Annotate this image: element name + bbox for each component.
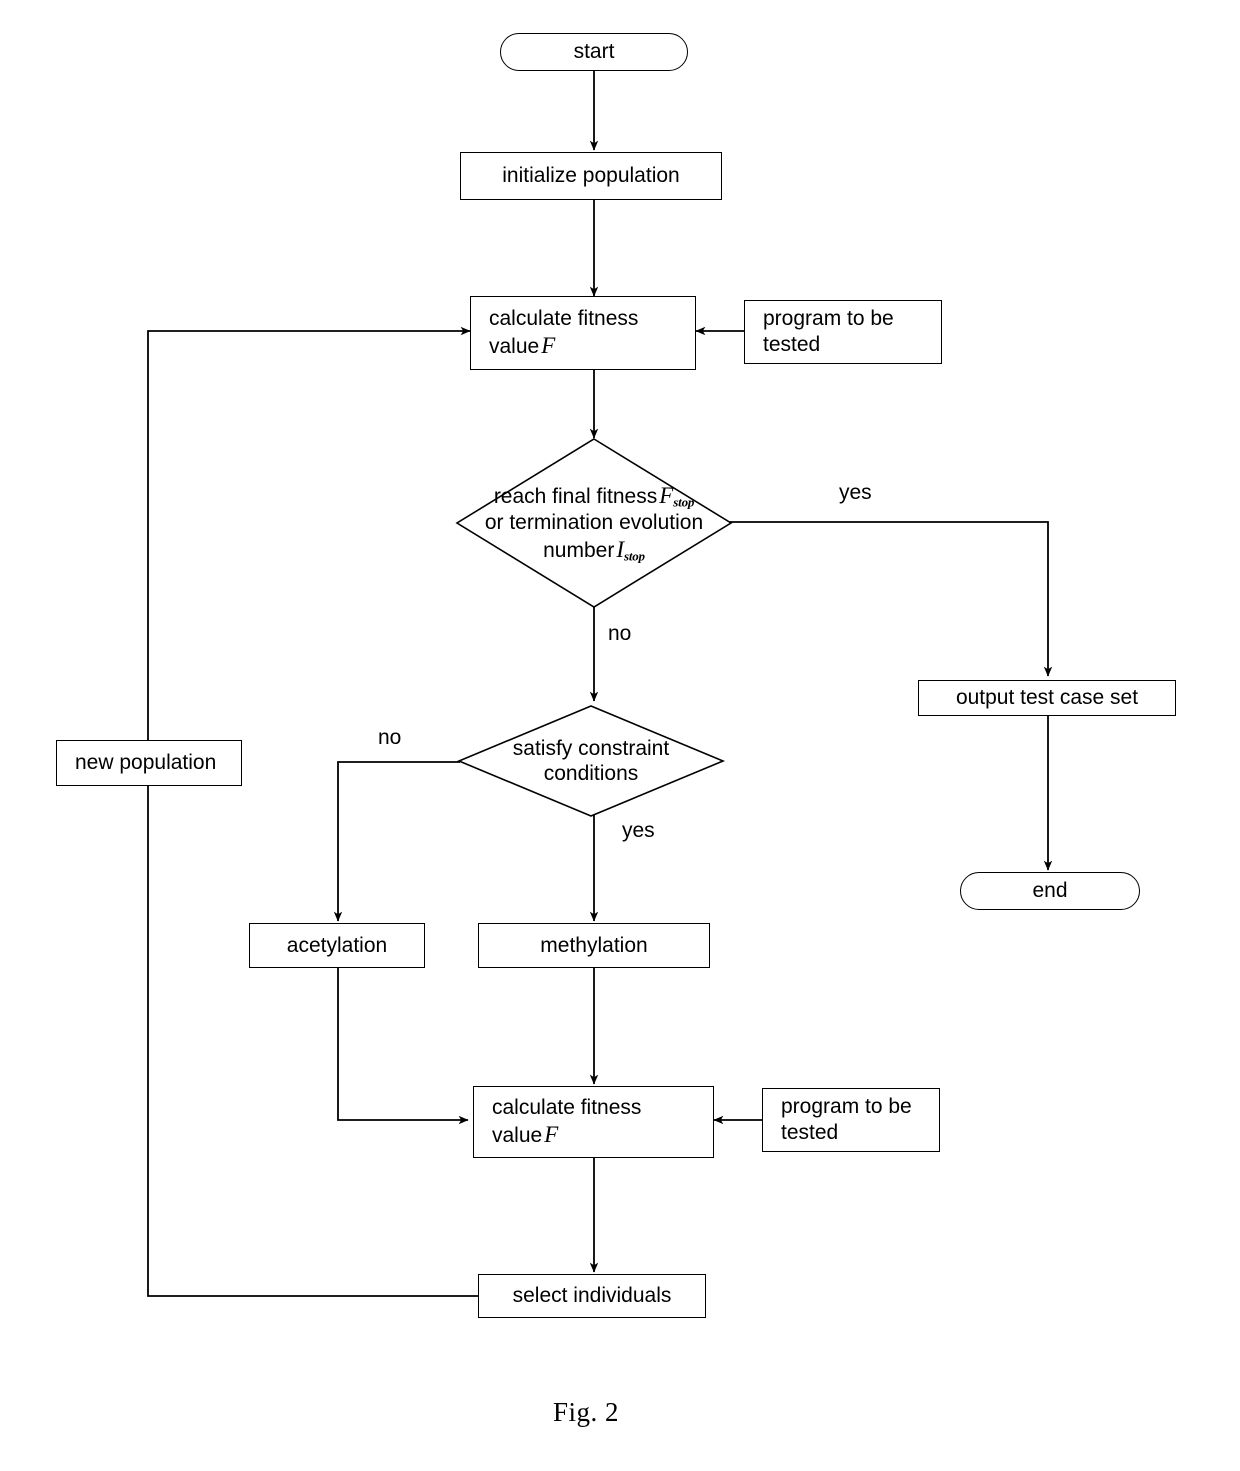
node-calculate-fitness-bottom-variable: F: [544, 1121, 559, 1147]
node-new-population-label: new population: [75, 751, 217, 775]
node-end-label: end: [1032, 879, 1068, 903]
node-reach-final-fitness[interactable]: reach final fitnessFstop or termination …: [455, 438, 733, 608]
node-methylation-label: methylation: [540, 933, 648, 957]
node-calculate-fitness-top-variable: F: [541, 332, 556, 358]
node-calculate-fitness-top[interactable]: calculate fitness valueF: [470, 296, 696, 370]
satisfy-constraint-diamond-shape: [456, 705, 726, 817]
node-acetylation[interactable]: acetylation: [249, 923, 425, 968]
node-program-to-be-tested-top-line1: program to be: [763, 307, 894, 331]
node-select-individuals-label: select individuals: [512, 1284, 672, 1308]
node-calculate-fitness-bottom-line1: calculate fitness: [492, 1096, 642, 1120]
node-select-individuals[interactable]: select individuals: [478, 1274, 706, 1318]
node-output-test-case-set-label: output test case set: [955, 686, 1139, 710]
node-satisfy-constraint[interactable]: satisfy constraint conditions: [456, 705, 726, 817]
node-acetylation-label: acetylation: [286, 933, 388, 957]
node-calculate-fitness-bottom[interactable]: calculate fitness valueF: [473, 1086, 714, 1158]
node-methylation[interactable]: methylation: [478, 923, 710, 968]
node-start[interactable]: start: [500, 33, 688, 71]
node-program-to-be-tested-bottom-line1: program to be: [781, 1095, 912, 1119]
node-calculate-fitness-bottom-text: calculate fitness valueF: [492, 1095, 641, 1149]
node-calculate-fitness-top-line1: calculate fitness: [489, 307, 639, 331]
node-new-population[interactable]: new population: [56, 740, 242, 786]
node-start-label: start: [573, 40, 615, 64]
node-program-to-be-tested-top[interactable]: program to be tested: [744, 300, 942, 364]
node-initialize-population[interactable]: initialize population: [460, 152, 722, 200]
node-program-to-be-tested-top-text: program to be tested: [763, 306, 894, 357]
node-calculate-fitness-bottom-line2: valueF: [492, 1121, 559, 1147]
edge-label-constraint-no: no: [378, 726, 402, 749]
edge-label-fitness-yes: yes: [839, 481, 872, 504]
node-output-test-case-set[interactable]: output test case set: [918, 680, 1176, 716]
reach-final-fitness-diamond-shape: [455, 438, 733, 608]
node-program-to-be-tested-top-line2: tested: [763, 333, 821, 356]
node-end[interactable]: end: [960, 872, 1140, 910]
edge-label-fitness-no: no: [608, 622, 632, 645]
node-program-to-be-tested-bottom-line2: tested: [781, 1121, 839, 1144]
node-initialize-population-label: initialize population: [502, 164, 680, 188]
edge-label-constraint-yes: yes: [622, 819, 655, 842]
node-calculate-fitness-top-line2: valueF: [489, 332, 556, 358]
node-calculate-fitness-top-text: calculate fitness valueF: [489, 306, 638, 360]
node-program-to-be-tested-bottom-text: program to be tested: [781, 1094, 912, 1145]
node-program-to-be-tested-bottom[interactable]: program to be tested: [762, 1088, 940, 1152]
figure-canvas: start initialize population calculate fi…: [0, 0, 1240, 1471]
